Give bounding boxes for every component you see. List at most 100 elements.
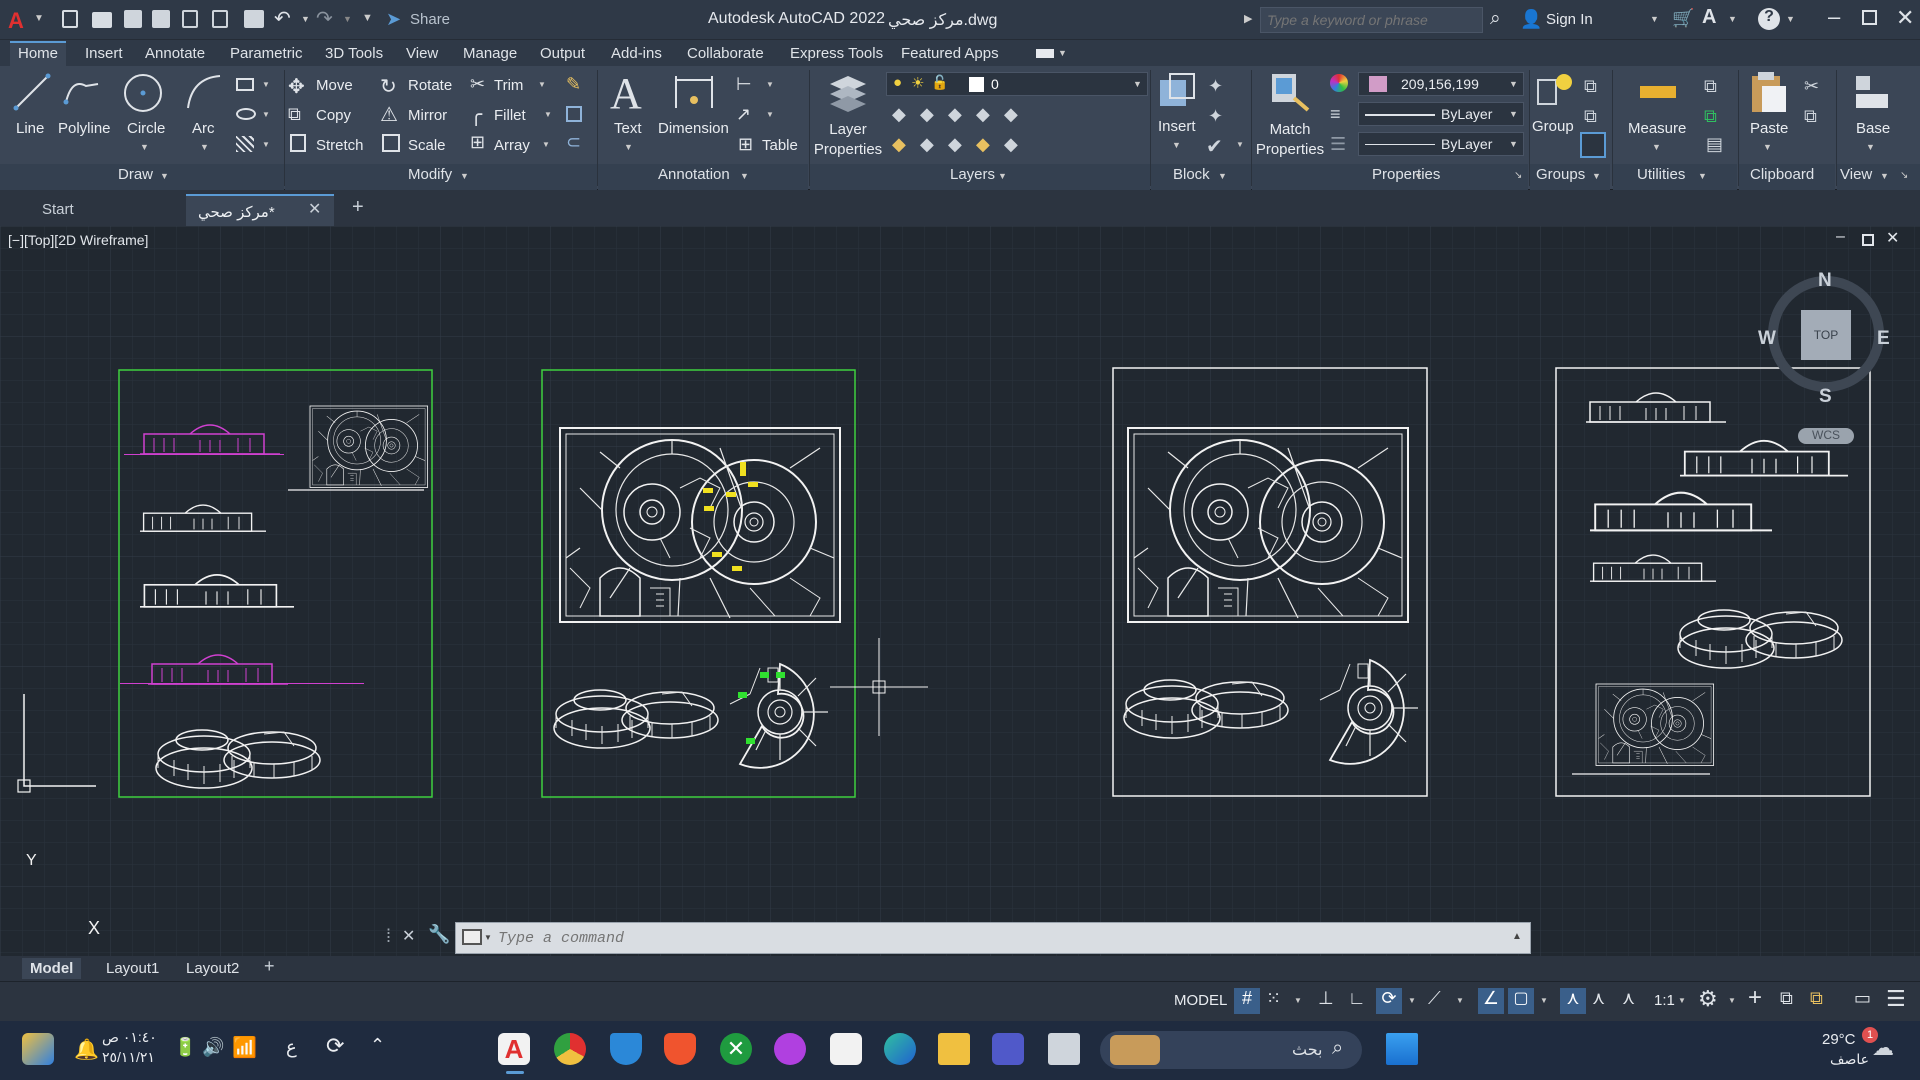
ribbon-display-dropdown-icon[interactable]: ▼ (1058, 48, 1067, 58)
annotation-scale-value[interactable]: 1:1 (1654, 992, 1675, 1009)
viewport-restore-icon[interactable] (1862, 234, 1874, 246)
base-dropdown-icon[interactable]: ▼ (1866, 142, 1875, 152)
fillet-button[interactable]: Fillet (494, 107, 526, 124)
paste-icon[interactable] (1748, 70, 1788, 114)
tab-add-ins[interactable]: Add-ins (603, 43, 670, 64)
help-search-input[interactable] (1261, 8, 1482, 32)
quick-properties-icon[interactable]: ⧉ (1810, 988, 1823, 1009)
save-as-icon[interactable] (152, 10, 170, 28)
edit-block-icon[interactable]: ✦ (1208, 106, 1223, 127)
edit-attributes-icon[interactable]: ✔ (1206, 134, 1223, 159)
input-language[interactable]: ع (286, 1037, 297, 1058)
rotate-button[interactable]: Rotate (408, 77, 452, 94)
view-panel-dialog-launcher-icon[interactable]: ↘ (1900, 170, 1908, 181)
match-properties-button[interactable]: Match Properties (1252, 120, 1328, 160)
ortho-mode-icon[interactable]: ⟳ (1376, 988, 1402, 1014)
polyline-icon[interactable] (62, 72, 102, 112)
model-tab[interactable]: Model (22, 958, 82, 979)
groups-panel-expand-icon[interactable]: ▼ (1592, 171, 1601, 181)
tab-annotate[interactable]: Annotate (137, 43, 213, 64)
redo-icon[interactable]: ↷ (316, 6, 333, 31)
linetype-dropdown-chevron-icon[interactable]: ▼ (1509, 139, 1518, 149)
color-dropdown[interactable]: 209,156,199 ▼ (1358, 72, 1524, 96)
lineweight-dropdown-chevron-icon[interactable]: ▼ (1509, 109, 1518, 119)
groups-panel-title[interactable]: Groups (1536, 166, 1585, 183)
wifi-icon[interactable]: 📶 (232, 1035, 257, 1060)
lineweight-dropdown[interactable]: ByLayer ▼ (1358, 102, 1524, 126)
layer-dropdown-chevron-icon[interactable]: ▼ (1133, 79, 1142, 89)
group-edit-icon[interactable]: ⧉ (1584, 106, 1597, 127)
close-drawing-tab-icon[interactable]: ✕ (308, 199, 321, 219)
modify-panel-title[interactable]: Modify (408, 166, 452, 183)
text-button[interactable]: Text (614, 120, 642, 137)
brave-icon[interactable] (664, 1033, 696, 1065)
autodesk-app-icon[interactable]: A (1702, 6, 1716, 29)
new-tab-icon[interactable]: + (352, 196, 364, 219)
circle-button[interactable]: Circle (127, 120, 165, 137)
dynamic-input-icon[interactable]: ∟ (1348, 988, 1366, 1009)
layer-dropdown[interactable]: ● ☀ 🔓 0 ▼ (886, 72, 1148, 96)
viewport-controls[interactable]: [−][Top][2D Wireframe] (8, 232, 148, 248)
cart-icon[interactable]: 🛒 (1672, 8, 1694, 29)
layer-tool-8-icon[interactable]: ◆ (948, 134, 962, 155)
compass-east[interactable]: E (1877, 328, 1890, 350)
model-space-toggle[interactable]: MODEL (1174, 992, 1227, 1009)
annotation-monitor-icon[interactable]: + (1748, 984, 1762, 1012)
share-button[interactable]: Share (410, 11, 450, 28)
layer-tool-6-icon[interactable]: ◆ (892, 134, 906, 155)
viewport-close-icon[interactable]: ✕ (1886, 228, 1899, 248)
layer-freeze-icon[interactable]: ☀ (911, 74, 924, 92)
explode-icon[interactable] (566, 106, 582, 122)
group-icon[interactable] (1534, 70, 1576, 112)
annotation-scale-icon[interactable]: ⋏ (1622, 988, 1635, 1009)
tray-overflow-icon[interactable]: ⌃ (370, 1035, 385, 1056)
hatch-dropdown-icon[interactable]: ▼ (262, 140, 270, 149)
search-icon[interactable]: ⌕ (1490, 8, 1501, 30)
auto-scale-icon[interactable]: ⋏ (1592, 988, 1605, 1009)
cut-icon[interactable]: ✂ (1804, 76, 1819, 97)
redo-dropdown-icon[interactable]: ▼ (343, 14, 352, 24)
dim-linear-icon[interactable]: ⊢ (736, 74, 752, 95)
compass-south[interactable]: S (1819, 386, 1832, 408)
array-icon[interactable]: ⊞ (470, 132, 485, 153)
compass-west[interactable]: W (1758, 328, 1776, 350)
object-snap-icon[interactable]: ▢ (1508, 988, 1534, 1014)
layer-properties-button[interactable]: Layer Properties (812, 120, 884, 160)
infer-constraints-icon[interactable]: ⊥ (1318, 988, 1334, 1009)
edit-attributes-dropdown-icon[interactable]: ▼ (1236, 140, 1244, 149)
properties-dialog-launcher-icon[interactable]: ↘ (1514, 170, 1522, 181)
linetype-dropdown[interactable]: ByLayer ▼ (1358, 132, 1524, 156)
object-snap-tracking-icon[interactable]: ∠ (1478, 988, 1504, 1014)
line-button[interactable]: Line (16, 120, 44, 137)
sign-in-dropdown-icon[interactable]: ▼ (1650, 14, 1659, 24)
workspace-dropdown-icon[interactable]: ▼ (1728, 996, 1736, 1005)
color-wheel-icon[interactable] (1330, 74, 1348, 92)
fillet-dropdown-icon[interactable]: ▼ (544, 110, 552, 119)
dimension-icon[interactable] (672, 72, 716, 112)
snap-dropdown-icon[interactable]: ▼ (1294, 996, 1302, 1005)
erase-icon[interactable]: ✎ (566, 74, 581, 95)
weather-desc[interactable]: عاصف (1830, 1051, 1869, 1068)
wcs-menu[interactable]: WCS (1798, 428, 1854, 444)
undo-icon[interactable]: ↶ (274, 6, 291, 31)
circle-icon[interactable] (122, 72, 164, 114)
notification-bell-icon[interactable]: 🔔 (74, 1037, 99, 1062)
layer-color-swatch[interactable] (969, 77, 984, 92)
undo-dropdown-icon[interactable]: ▼ (301, 14, 310, 24)
circle-dropdown-icon[interactable]: ▼ (140, 142, 149, 152)
start-tab[interactable]: Start (30, 194, 180, 226)
widgets-icon[interactable] (22, 1033, 54, 1065)
command-input[interactable] (498, 923, 1498, 953)
taskbar-time[interactable]: ٠١:٤٠ ص (102, 1029, 157, 1046)
layer-lock-icon[interactable]: 🔓 (931, 74, 948, 91)
line-icon[interactable] (12, 72, 52, 112)
scale-icon[interactable] (382, 134, 400, 152)
tab-home[interactable]: Home (10, 41, 67, 67)
tab-collaborate[interactable]: Collaborate (679, 43, 772, 64)
color-dropdown-chevron-icon[interactable]: ▼ (1509, 79, 1518, 89)
match-properties-icon[interactable] (1268, 70, 1312, 114)
paste-dropdown-icon[interactable]: ▼ (1763, 142, 1772, 152)
block-panel-expand-icon[interactable]: ▼ (1218, 171, 1227, 181)
leader-icon[interactable]: ↗ (736, 104, 751, 125)
paste-button[interactable]: Paste (1750, 120, 1788, 137)
